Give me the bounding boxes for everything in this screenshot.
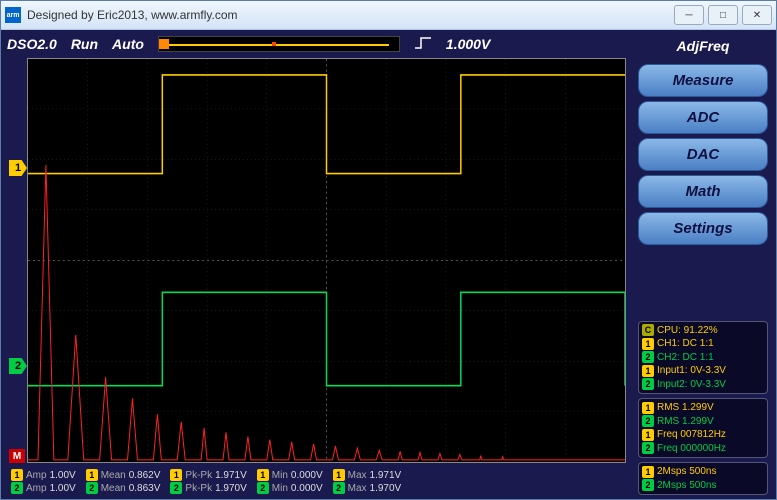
titlebar: arm Designed by Eric2013, www.armfly.com… [1,1,776,30]
math-button[interactable]: Math [638,175,768,208]
main-area: DSO2.0 Run Auto 1.000V 1 2 M ◀ [1,30,634,499]
dac-button[interactable]: DAC [638,138,768,171]
window-title: Designed by Eric2013, www.armfly.com [27,8,238,22]
measurement-bar: 1Amp1.00V 1Mean0.862V 1Pk-Pk1.971V 1Min0… [1,467,634,499]
info-box-status: CCPU: 91.22% 1CH1: DC 1:1 2CH2: DC 1:1 1… [638,321,768,395]
app-window: arm Designed by Eric2013, www.armfly.com… [0,0,777,500]
info-box-timebase: 12Msps 500ns 22Msps 500ns [638,462,768,495]
ch2-marker[interactable]: 2 [9,358,27,374]
ch1-marker[interactable]: 1 [9,160,27,176]
stats-row-1: 1Amp1.00V 1Mean0.862V 1Pk-Pk1.971V 1Min0… [9,469,626,481]
close-button[interactable]: ✕ [742,5,772,25]
run-button[interactable]: Run [71,36,98,52]
window-controls: ─ □ ✕ [674,5,772,25]
waveform-svg [28,59,625,462]
measure-button[interactable]: Measure [638,64,768,97]
stats-row-2: 2Amp1.00V 2Mean0.863V 2Pk-Pk1.970V 2Min0… [9,482,626,494]
scope-area: 1 2 M ◀ [9,58,626,463]
product-label[interactable]: DSO2.0 [7,36,57,52]
volt-per-div[interactable]: 1.000V [446,36,490,52]
trigger-position-bar[interactable] [158,36,400,52]
toolbar: DSO2.0 Run Auto 1.000V [1,30,634,58]
trigger-edge-icon[interactable] [414,36,432,53]
adc-button[interactable]: ADC [638,101,768,134]
auto-button[interactable]: Auto [112,36,144,52]
content-area: DSO2.0 Run Auto 1.000V 1 2 M ◀ [1,30,776,499]
math-marker[interactable]: M [9,449,25,463]
right-panel: AdjFreq Measure ADC DAC Math Settings CC… [634,30,776,499]
adj-freq-label: AdjFreq [638,36,768,60]
minimize-button[interactable]: ─ [674,5,704,25]
info-box-measure: 1RMS 1.299V 2RMS 1.299V 1Freq 007812Hz 2… [638,398,768,458]
oscilloscope-display[interactable] [27,58,626,463]
settings-button[interactable]: Settings [638,212,768,245]
maximize-button[interactable]: □ [708,5,738,25]
app-icon: arm [5,7,21,23]
